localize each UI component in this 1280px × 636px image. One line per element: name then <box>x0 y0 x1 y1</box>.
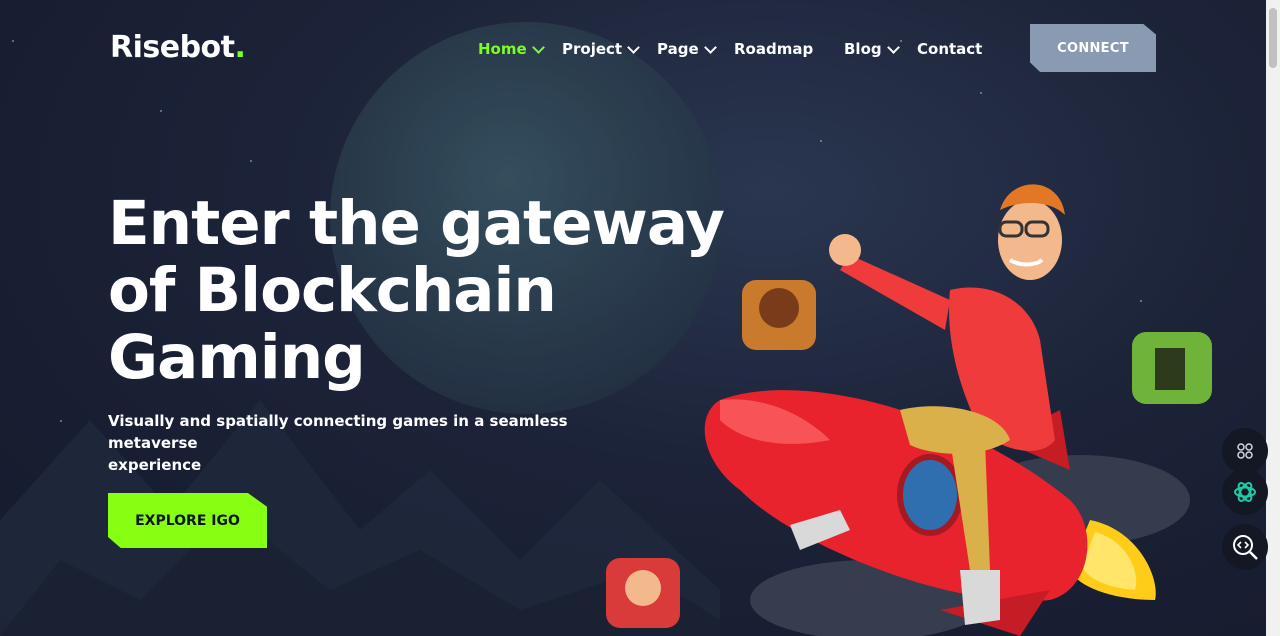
hero-title-line: Enter the gateway <box>108 188 725 259</box>
connect-button[interactable]: CONNECT <box>1030 24 1156 72</box>
ai-assistant-button[interactable] <box>1222 469 1268 515</box>
code-search-icon <box>1233 535 1258 560</box>
nav-item-page[interactable]: Page <box>657 40 717 58</box>
chevron-down-icon <box>531 40 545 54</box>
site-logo[interactable]: Risebot. <box>110 30 246 65</box>
hero-subtitle-line: experience <box>108 456 202 474</box>
hero-subtitle-line: Visually and spatially connecting games … <box>108 412 568 452</box>
nav-item-project[interactable]: Project <box>562 40 640 58</box>
hero-title-line: Gaming <box>108 322 366 393</box>
hero-title: Enter the gateway of Blockchain Gaming <box>108 190 748 391</box>
explore-igo-button[interactable]: EXPLORE IGO <box>108 493 267 548</box>
nav-item-roadmap[interactable]: Roadmap <box>734 40 813 58</box>
nav-item-label: Contact <box>917 40 983 58</box>
chevron-down-icon <box>886 40 900 54</box>
page-scrollbar[interactable] <box>1266 0 1280 636</box>
hero-title-line: of Blockchain <box>108 255 557 326</box>
nav-item-label: Page <box>657 40 699 58</box>
openai-icon <box>1234 482 1256 502</box>
hero-subtitle: Visually and spatially connecting games … <box>108 410 648 476</box>
grid-widget-button[interactable] <box>1222 428 1268 474</box>
scrollbar-thumb[interactable] <box>1269 8 1277 68</box>
nav-item-label: Home <box>478 40 527 58</box>
grid-icon <box>1237 443 1253 459</box>
chevron-down-icon <box>627 40 640 54</box>
nav-item-label: Roadmap <box>734 40 814 58</box>
nav-item-contact[interactable]: Contact <box>917 40 982 58</box>
code-search-button[interactable] <box>1222 524 1268 570</box>
nav-item-blog[interactable]: Blog <box>844 40 900 58</box>
nav-item-home[interactable]: Home <box>478 40 545 58</box>
nav-item-label: Blog <box>844 40 882 58</box>
chevron-down-icon <box>703 40 717 54</box>
logo-text: Risebot. <box>110 30 246 65</box>
nav-item-label: Project <box>562 40 623 58</box>
logo-dot: . <box>234 30 246 65</box>
